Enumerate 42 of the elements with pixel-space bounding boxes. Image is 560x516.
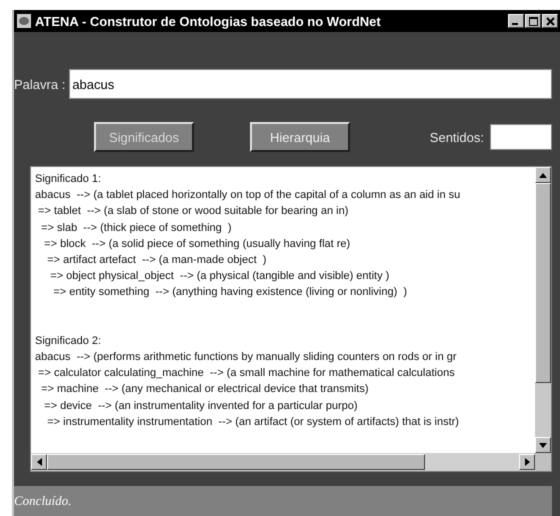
output-line: => block --> (a solid piece of something (usually having flat re) (43, 236, 352, 252)
word-field[interactable]: abacus (69, 69, 552, 99)
output-text-area[interactable] (30, 166, 552, 472)
maximize-button[interactable] (525, 14, 541, 28)
output-line: => device --> (an instrumentality invented for a particular purpo) (43, 398, 359, 414)
word-label: Palavra : (14, 76, 66, 92)
maximize-icon (528, 16, 538, 26)
output-line: abacus --> (performs arithmetic functions by manually sliding counters on rods or in gr (35, 350, 458, 366)
scroll-thumb[interactable] (535, 183, 551, 383)
senses-label: Sentidos: (430, 130, 484, 144)
vertical-scrollbar[interactable] (535, 167, 551, 453)
app-icon (16, 13, 32, 29)
minimize-button[interactable] (508, 14, 524, 28)
meanings-button[interactable]: Significados (94, 122, 194, 152)
output-line: Significado 2: (35, 334, 102, 349)
window-title: ATENA - Construtor de Ontologias baseado no WordNet (35, 14, 382, 28)
close-icon (546, 16, 554, 26)
scroll-up-button[interactable] (535, 167, 551, 183)
scroll-right-button[interactable] (519, 454, 535, 470)
scrollbar-corner (535, 453, 551, 471)
output-line: Significado 1: (35, 172, 102, 187)
output-line: => tablet --> (a slab of stone or wood suitable for bearing an in) (37, 204, 350, 220)
left-arrow-icon (36, 458, 42, 466)
hierarchy-button[interactable]: Hierarquia (250, 122, 350, 152)
output-line: => machine --> (any mechanical or electrical device that transmits) (40, 382, 370, 398)
output-line: => object physical_object --> (a physical (tangible and visible) entity ) (49, 269, 390, 284)
output-line: => calculator calculating_machine --> (a small machine for mathematical calculations (37, 366, 456, 382)
scroll-thumb[interactable] (47, 454, 425, 470)
output-line: => entity something --> (anything having existence (living or nonliving) ) (52, 285, 408, 300)
horizontal-scrollbar[interactable] (31, 453, 535, 471)
scroll-down-button[interactable] (535, 437, 551, 453)
right-arrow-icon (524, 458, 530, 466)
output-line: => instrumentality instrumentation --> (an artifact (or system of artifacts) that is instr) (46, 414, 460, 430)
output-line: abacus --> (a tablet placed horizontally on top of the capital of a column as an aid in su (35, 188, 462, 204)
down-arrow-icon (539, 442, 547, 448)
status-text: Concluído. (14, 486, 552, 516)
senses-field[interactable] (490, 124, 552, 150)
up-arrow-icon (539, 172, 547, 178)
scroll-left-button[interactable] (31, 454, 47, 470)
output-line: => slab --> (thick piece of something ) (40, 220, 233, 236)
output-line: => artifact artefact --> (a man-made object ) (46, 252, 268, 268)
close-button[interactable] (542, 14, 558, 28)
